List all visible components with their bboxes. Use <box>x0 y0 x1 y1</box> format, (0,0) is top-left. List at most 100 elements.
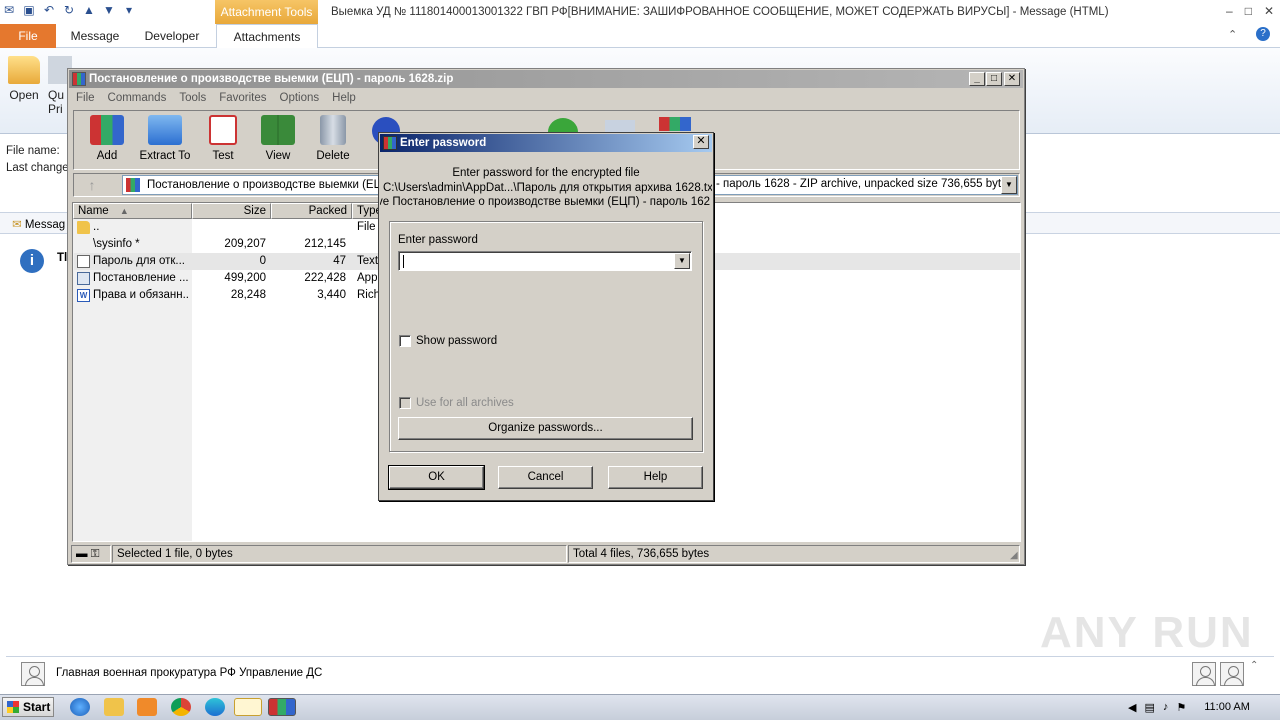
show-password-checkbox[interactable] <box>399 335 411 347</box>
people-pane-toggle-icon[interactable]: ⌃ <box>1250 660 1258 671</box>
word-document-icon: W <box>77 289 90 302</box>
minimize-icon[interactable]: – <box>1226 4 1233 18</box>
dialog-title-bar: Enter password <box>380 134 712 152</box>
tray-expand-icon[interactable]: ◀ <box>1128 701 1136 714</box>
winrar-close-button[interactable]: ✕ <box>1004 72 1020 86</box>
ribbon-collapse-icon[interactable]: ⌃ <box>1228 28 1237 41</box>
menu-commands[interactable]: Commands <box>108 89 167 107</box>
winrar-minimize-button[interactable]: _ <box>969 72 985 86</box>
edge-icon[interactable] <box>205 698 225 716</box>
row-name: .. <box>93 221 100 233</box>
use-for-all-archives-checkbox <box>399 397 411 409</box>
tab-attachments[interactable]: Attachments <box>216 24 318 48</box>
row-name: \sysinfo * <box>93 238 140 250</box>
add-label: Add <box>96 150 118 162</box>
menu-favorites[interactable]: Favorites <box>219 89 266 107</box>
internet-explorer-icon[interactable] <box>70 698 90 716</box>
extract-to-button[interactable]: Extract To <box>137 115 193 162</box>
attachment-tools-label: Attachment Tools <box>215 0 318 24</box>
text-caret <box>403 255 404 268</box>
help-button[interactable]: Help <box>608 466 703 489</box>
view-button[interactable]: View <box>250 115 306 162</box>
dialog-close-button[interactable]: ✕ <box>693 135 709 149</box>
test-button[interactable]: Test <box>195 115 251 162</box>
outlook-taskbar-icon[interactable] <box>234 698 262 716</box>
address-dropdown-icon[interactable]: ▼ <box>1001 176 1017 194</box>
menu-file[interactable]: File <box>76 89 95 107</box>
row-size: 28,248 <box>230 289 266 301</box>
show-password-label[interactable]: Show password <box>416 335 497 347</box>
message-tab[interactable]: ✉ Messag <box>12 217 65 231</box>
winrar-title-bar: Постановление о производстве выемки (ЕЦП… <box>69 70 1023 88</box>
volume-icon[interactable]: ♪ <box>1163 701 1169 713</box>
row-packed: 3,440 <box>317 289 346 301</box>
add-button[interactable]: Add <box>79 115 135 162</box>
customize-icon[interactable]: ▾ <box>122 3 136 17</box>
row-name: Пароль для отк... <box>93 255 185 267</box>
sender-name[interactable]: Главная военная прокуратура РФ Управлени… <box>56 667 322 679</box>
row-packed: 222,428 <box>304 272 346 284</box>
start-button[interactable]: Start <box>2 697 54 717</box>
winrar-maximize-button[interactable]: □ <box>986 72 1002 86</box>
outlook-window-controls: – □ ✕ <box>1226 4 1274 18</box>
print-label: Pri <box>48 102 63 116</box>
close-icon[interactable]: ✕ <box>1264 4 1274 18</box>
chrome-icon[interactable] <box>171 698 191 716</box>
open-button[interactable]: Open <box>4 56 44 102</box>
column-header-name[interactable]: Name ▲ <box>73 203 192 219</box>
people-avatar-2 <box>1220 662 1244 686</box>
up-one-level-button[interactable]: ↑ <box>82 176 102 194</box>
archive-path-left: Постановление о производстве выемки (ЕЦП <box>147 179 391 191</box>
help-icon[interactable]: ? <box>1256 27 1270 41</box>
text-file-icon <box>77 255 90 268</box>
resize-grip-icon[interactable]: ◢ <box>1010 550 1018 561</box>
password-dropdown-icon[interactable]: ▼ <box>674 253 690 269</box>
winrar-dialog-icon <box>383 136 397 150</box>
save-icon[interactable]: ▣ <box>22 3 36 17</box>
column-header-type[interactable]: Type <box>352 203 380 219</box>
tab-file[interactable]: File <box>0 24 56 48</box>
drive-status-icons: ▬ ⚿ <box>71 545 111 563</box>
up-arrow-icon[interactable]: ▲ <box>82 3 96 17</box>
column-name-label: Name <box>78 205 109 217</box>
undo-icon[interactable]: ↶ <box>42 3 56 17</box>
key-icon: ⚿ <box>90 548 100 560</box>
delete-label: Delete <box>316 150 350 162</box>
extract-to-label: Extract To <box>139 150 191 162</box>
row-name: Права и обязанн... <box>93 289 189 301</box>
password-input[interactable] <box>398 251 692 271</box>
maximize-icon[interactable]: □ <box>1245 4 1252 18</box>
flag-icon[interactable]: ⚑ <box>1176 701 1186 714</box>
column-header-size[interactable]: Size <box>192 203 271 219</box>
tab-developer[interactable]: Developer <box>136 24 208 48</box>
column-header-packed[interactable]: Packed <box>271 203 352 219</box>
tab-message[interactable]: Message <box>62 24 128 48</box>
sender-avatar <box>21 662 45 686</box>
status-selected: Selected 1 file, 0 bytes <box>112 545 567 563</box>
redo-icon[interactable]: ↻ <box>62 3 76 17</box>
row-size: 499,200 <box>224 272 266 284</box>
envelope-icon: ✉ <box>12 219 22 231</box>
organize-passwords-button[interactable]: Organize passwords... <box>398 417 693 440</box>
dialog-archive-name-text: chive Постановление о производстве выемк… <box>380 196 710 208</box>
delete-button[interactable]: Delete <box>305 115 361 162</box>
network-icon[interactable]: ▤ <box>1144 701 1154 714</box>
use-for-all-archives-label: Use for all archives <box>416 397 514 409</box>
winrar-taskbar-icon[interactable] <box>268 698 296 716</box>
quick-access-toolbar: ✉ ▣ ↶ ↻ ▲ ▼ ▾ <box>2 3 136 17</box>
system-tray: ◀ ▤ ♪ ⚑ 11:00 AM <box>1120 696 1280 718</box>
menu-help[interactable]: Help <box>332 89 356 107</box>
clock[interactable]: 11:00 AM <box>1204 701 1250 713</box>
ok-button[interactable]: OK <box>388 465 485 490</box>
menu-tools[interactable]: Tools <box>179 89 206 107</box>
sfx-icon[interactable] <box>659 117 691 131</box>
last-changed-label: Last change <box>6 162 69 174</box>
down-arrow-icon[interactable]: ▼ <box>102 3 116 17</box>
cancel-button[interactable]: Cancel <box>498 466 593 489</box>
enter-password-label: Enter password <box>398 234 478 246</box>
menu-options[interactable]: Options <box>280 89 320 107</box>
file-explorer-icon[interactable] <box>104 698 124 716</box>
quick-print-label: Qu <box>48 88 65 102</box>
row-packed: 47 <box>333 255 346 267</box>
media-player-icon[interactable] <box>137 698 157 716</box>
